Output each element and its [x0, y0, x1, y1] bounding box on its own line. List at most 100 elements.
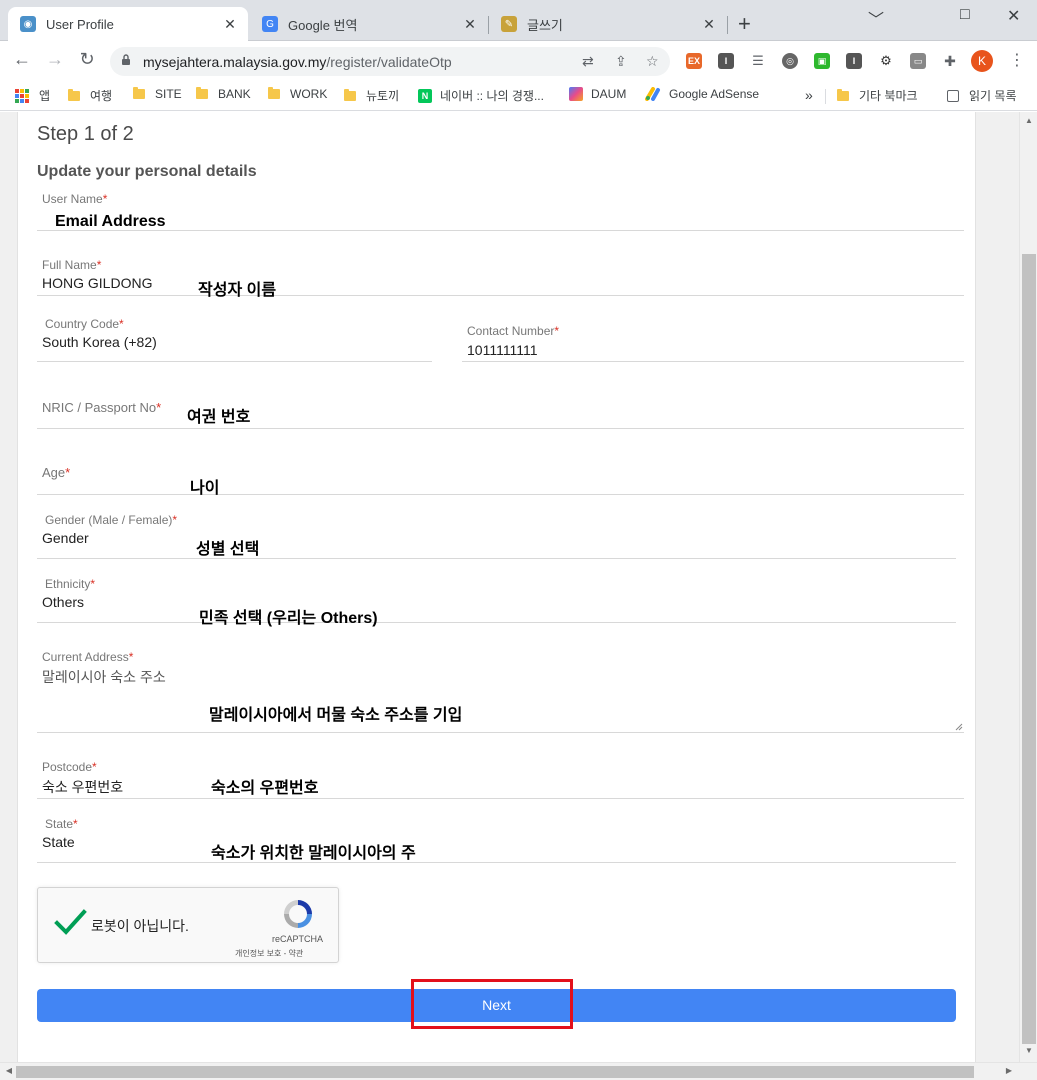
reload-icon[interactable]: ↻ [75, 49, 99, 70]
postcode-value: 숙소 우편번호 [42, 779, 124, 795]
scroll-up-arrow-icon[interactable]: ▲ [1020, 116, 1037, 125]
bookmark-star-icon[interactable]: ☆ [646, 53, 659, 70]
address-textarea[interactable] [37, 648, 964, 733]
reading-list-icon [947, 89, 959, 102]
bookmark-label: SITE [155, 87, 182, 101]
maximize-icon[interactable]: □ [960, 6, 970, 24]
daum-icon [569, 87, 583, 101]
address-value: 말레이시아 숙소 주소 [42, 669, 166, 685]
horizontal-scrollbar[interactable]: ◀ ▶ [0, 1062, 1037, 1080]
bookmark-naver[interactable]: N 네이버 :: 나의 경쟁... [418, 87, 544, 104]
translate-page-icon[interactable]: ⇄ [582, 53, 594, 70]
age-input[interactable] [37, 455, 964, 495]
bookmark-adsense[interactable]: Google AdSense [645, 87, 759, 101]
green-extension-icon[interactable]: ▣ [814, 53, 830, 69]
bookmark-reading-list[interactable]: 읽기 목록 [947, 87, 1017, 104]
tab-title: Google 번역 [288, 17, 358, 33]
required-mark: * [65, 465, 71, 480]
recaptcha-logo-icon [284, 900, 312, 928]
tab-google-translate[interactable]: G Google 번역 ✕ [250, 7, 488, 41]
tab-close-icon[interactable]: ✕ [220, 16, 240, 33]
ethnicity-label: Ethnicity* [45, 577, 95, 591]
fullname-label: Full Name* [42, 258, 101, 272]
horizontal-scroll-thumb[interactable] [16, 1066, 974, 1078]
bookmark-separator [825, 89, 826, 104]
label-text: Postcode [42, 760, 93, 774]
forward-arrow-icon[interactable]: → [43, 49, 67, 70]
back-arrow-icon[interactable]: ← [10, 49, 34, 70]
profile-avatar[interactable]: K [971, 50, 993, 72]
i-extension-icon[interactable]: I [718, 53, 734, 69]
recaptcha-widget[interactable]: 로봇이 아닙니다. reCAPTCHA 개인정보 보호 - 약관 [37, 887, 339, 963]
globe-extension-icon[interactable]: ◎ [782, 53, 798, 69]
ethnicity-select[interactable] [37, 576, 956, 623]
new-tab-button[interactable]: + [738, 13, 751, 35]
i-extension-2-icon[interactable]: I [846, 53, 862, 69]
scroll-right-arrow-icon[interactable]: ▶ [1000, 1066, 1018, 1075]
username-field[interactable] [37, 190, 964, 231]
puzzle-extensions-icon[interactable]: ✚ [942, 53, 958, 69]
bookmark-label: 기타 북마크 [859, 89, 918, 103]
label-text: User Name [42, 192, 103, 206]
vertical-scroll-thumb[interactable] [1022, 254, 1036, 1044]
postcode-label: Postcode* [42, 760, 97, 774]
state-value: State [42, 834, 75, 850]
bookmark-label: Google AdSense [669, 87, 760, 101]
vertical-scrollbar[interactable]: ▲ ▼ [1019, 112, 1037, 1062]
age-annotation: 나이 [190, 480, 220, 497]
postcode-annotation: 숙소의 우편번호 [211, 780, 319, 797]
required-mark: * [119, 317, 124, 331]
browser-toolbar: ← → ↻ mysejahtera.malaysia.gov.my/regist… [0, 41, 1037, 81]
menu-kebab-icon[interactable]: ⋮ [1009, 50, 1025, 70]
bookmark-work[interactable]: WORK [268, 87, 327, 101]
apps-grid-icon [15, 88, 29, 103]
naver-icon: N [418, 88, 432, 103]
bookmark-daum[interactable]: DAUM [569, 87, 626, 101]
ethnicity-value: Others [42, 594, 85, 610]
fullname-annotation: 작성자 이름 [198, 282, 277, 299]
checkmark-icon[interactable] [54, 908, 88, 938]
recaptcha-privacy-terms-link[interactable]: 개인정보 보호 - 약관 [235, 948, 303, 959]
tab-user-profile[interactable]: ◉ User Profile ✕ [8, 7, 248, 41]
cast-extension-icon[interactable]: ▭ [910, 53, 926, 69]
passport-number-annotation: 여권 번호 [187, 409, 251, 426]
address-bar[interactable]: mysejahtera.malaysia.gov.my/register/val… [110, 47, 670, 76]
postcode-input[interactable] [37, 759, 964, 799]
fullname-field[interactable] [37, 256, 964, 296]
label-text: NRIC / Passport No [42, 400, 157, 415]
folder-icon [68, 88, 80, 101]
state-select[interactable] [37, 816, 956, 863]
tab-close-icon[interactable]: ✕ [699, 16, 719, 33]
page-title: Step 1 of 2 [37, 123, 134, 145]
folder-icon [268, 87, 280, 99]
required-mark: * [96, 258, 102, 272]
window-close-icon[interactable]: ✕ [1007, 6, 1020, 26]
tab-write[interactable]: ✎ 글쓰기 ✕ [489, 7, 727, 41]
bookmark-apps[interactable]: 앱 [15, 87, 50, 104]
minimize-icon[interactable]: ﹀ [868, 6, 884, 30]
textarea-resize-handle-icon[interactable] [955, 723, 963, 731]
url-host: mysejahtera.malaysia.gov.my [143, 54, 327, 70]
share-icon[interactable]: ⇪ [615, 53, 627, 70]
write-favicon-icon: ✎ [501, 16, 517, 32]
bookmark-travel[interactable]: 여행 [68, 87, 112, 104]
bookmark-newtoki[interactable]: 뉴토끼 [344, 87, 399, 104]
list-extension-icon[interactable]: ☰ [750, 53, 766, 69]
required-mark: * [73, 817, 78, 831]
label-text: Full Name [42, 258, 97, 272]
bookmark-other[interactable]: 기타 북마크 [837, 87, 918, 104]
tab-title: 글쓰기 [527, 17, 563, 33]
scroll-down-arrow-icon[interactable]: ▼ [1020, 1046, 1037, 1055]
tab-title: User Profile [46, 16, 114, 32]
ex-extension-icon[interactable]: EX [686, 53, 702, 69]
tab-separator [727, 16, 728, 34]
bookmark-bank[interactable]: BANK [196, 87, 251, 101]
gear-extension-icon[interactable]: ⚙ [878, 53, 894, 69]
label-text: Contact Number [467, 324, 555, 338]
gender-value: Gender [42, 530, 89, 546]
bookmark-site[interactable]: SITE [133, 87, 182, 101]
passport-number-input[interactable] [37, 390, 964, 429]
url-text: mysejahtera.malaysia.gov.my/register/val… [143, 54, 452, 70]
tab-close-icon[interactable]: ✕ [460, 16, 480, 33]
bookmarks-overflow-icon[interactable]: » [805, 87, 813, 103]
